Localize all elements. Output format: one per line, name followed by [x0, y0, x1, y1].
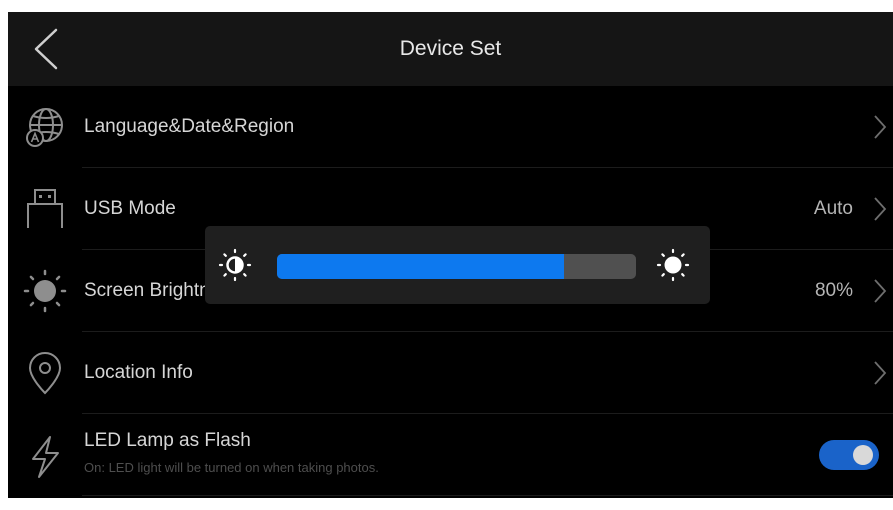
brightness-slider-fill [277, 254, 565, 279]
location-pin-icon [28, 352, 62, 395]
led-flash-toggle[interactable] [819, 440, 879, 470]
chevron-left-icon[interactable] [26, 26, 66, 72]
header-bar: Device Set [8, 12, 893, 86]
brightness-low-icon[interactable] [218, 248, 252, 282]
chevron-right-icon [874, 197, 887, 221]
sun-icon [23, 269, 67, 313]
brightness-high-icon[interactable] [656, 248, 690, 282]
led-flash-description: On: LED light will be turned on when tak… [84, 460, 379, 475]
toggle-knob [853, 445, 873, 465]
chevron-right-icon [874, 115, 887, 139]
settings-row-location-info[interactable]: Location Info [8, 332, 893, 414]
chevron-right-icon [874, 361, 887, 385]
settings-row-label: Language&Date&Region [84, 116, 295, 137]
page-title: Device Set [399, 37, 502, 60]
brightness-popup [205, 226, 710, 304]
chevron-right-icon [874, 279, 887, 303]
settings-row-led-flash: LED Lamp as Flash [8, 414, 893, 496]
settings-row-language[interactable]: Language&Date&Region [8, 86, 893, 168]
row-divider [82, 495, 893, 496]
settings-row-label: LED Lamp as Flash [84, 430, 251, 451]
settings-row-label: USB Mode [84, 198, 176, 219]
brightness-value: 80% [814, 280, 853, 301]
usb-mode-value: Auto [813, 198, 853, 219]
globe-language-icon [26, 108, 63, 147]
settings-row-label: Location Info [84, 362, 193, 383]
brightness-slider[interactable] [277, 254, 636, 279]
usb-icon [27, 189, 63, 228]
device-settings-screen: Device Set Language&Date&Region USB Mode… [8, 12, 893, 498]
flash-icon [32, 436, 59, 478]
